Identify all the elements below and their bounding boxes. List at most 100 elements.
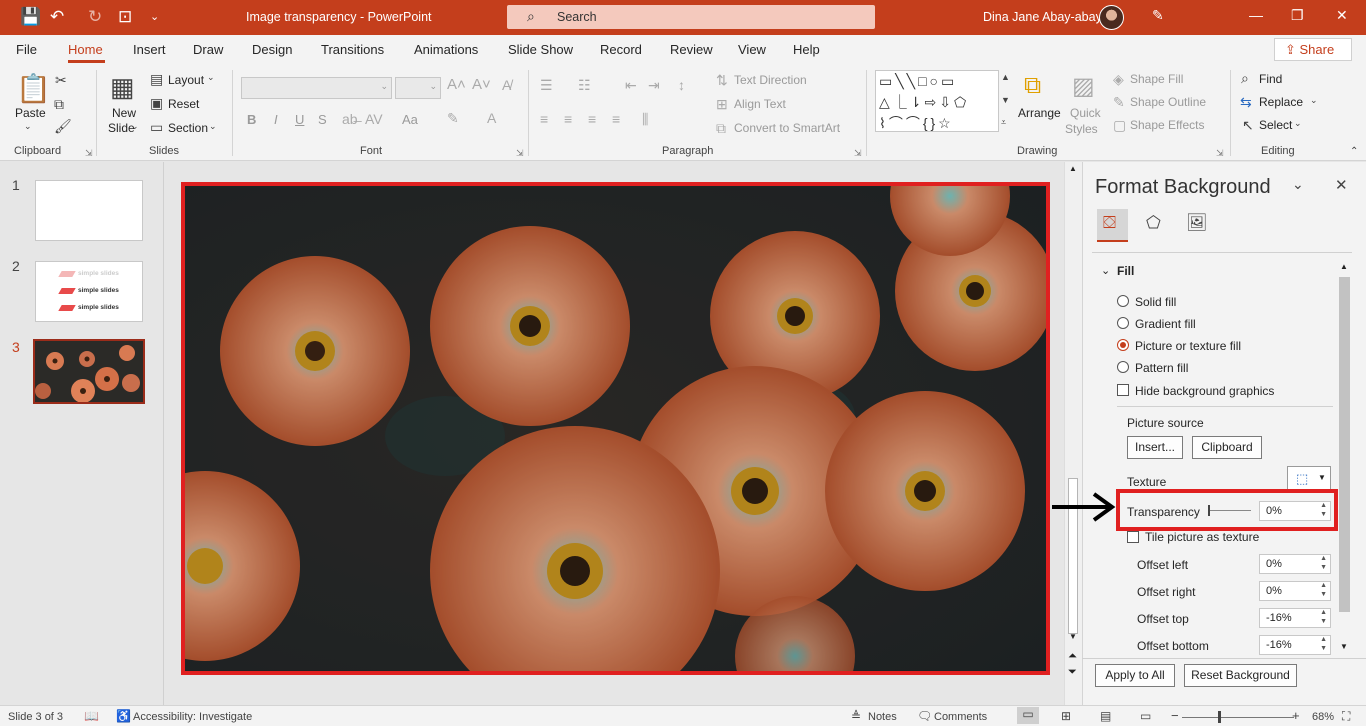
line-spacing-icon[interactable]: ↕ [678, 77, 685, 93]
shape-fill-button[interactable]: Shape Fill [1130, 72, 1183, 86]
layout-icon[interactable]: ▤ [150, 71, 163, 88]
new-slide-icon[interactable]: ▦ [110, 72, 135, 103]
effects-pentagon-icon[interactable]: ⬠ [1146, 213, 1161, 233]
chevron-down-icon[interactable]: ⌄ [1101, 264, 1110, 277]
reading-view-icon[interactable]: ▤ [1100, 709, 1111, 723]
align-right-icon[interactable]: ≡ [588, 111, 596, 127]
layout-button[interactable]: Layout [168, 73, 204, 87]
reset-background-button[interactable]: Reset Background [1184, 664, 1297, 687]
shape-fill-icon[interactable]: ◈ [1113, 71, 1124, 88]
paste-icon[interactable]: 📋 [16, 72, 51, 105]
zoom-level[interactable]: 68% [1312, 711, 1334, 723]
comments-button[interactable]: Comments [934, 711, 987, 723]
scroll-down-icon[interactable]: ▼ [1069, 632, 1077, 641]
tab-file[interactable]: File [16, 42, 37, 57]
clipboard-button[interactable]: Clipboard [1192, 436, 1262, 459]
apply-to-all-button[interactable]: Apply to All [1095, 664, 1175, 687]
picture-icon[interactable]: 🖼 [1186, 213, 1208, 233]
tab-draw[interactable]: Draw [193, 42, 223, 57]
italic-button[interactable]: I [274, 112, 278, 127]
slide-thumbnail-1[interactable] [35, 180, 143, 241]
select-dropdown-icon[interactable]: ⌄ [1294, 118, 1302, 129]
decrease-indent-icon[interactable]: ⇤ [625, 77, 637, 94]
shape-effects-button[interactable]: Shape Effects [1130, 118, 1205, 132]
slide-sorter-icon[interactable]: ⊞ [1061, 709, 1071, 723]
tab-animations[interactable]: Animations [414, 42, 478, 57]
paragraph-launcher-icon[interactable]: ⇲ [854, 148, 862, 159]
convert-smartart-button[interactable]: Convert to SmartArt [734, 121, 840, 135]
quick-styles-label-2[interactable]: Styles [1065, 122, 1098, 136]
justify-icon[interactable]: ≡ [612, 111, 620, 127]
notes-icon[interactable]: ≜ [851, 709, 861, 723]
restore-icon[interactable]: ❐ [1291, 7, 1304, 24]
quick-styles-label-1[interactable]: Quick [1070, 106, 1101, 120]
columns-icon[interactable]: ⫼ [642, 111, 648, 128]
replace-button[interactable]: Replace [1259, 95, 1303, 109]
pen-icon[interactable]: ✎ [1152, 7, 1164, 24]
font-color-icon[interactable]: A [487, 110, 496, 126]
numbering-icon[interactable]: ☷ [578, 77, 591, 94]
pane-scroll-thumb[interactable] [1339, 277, 1350, 612]
pane-options-icon[interactable]: ⌄ [1292, 176, 1304, 193]
accessibility-status[interactable]: Accessibility: Investigate [133, 711, 252, 723]
offset-left-spinner[interactable]: 0% ▲ ▼ [1259, 554, 1331, 574]
spinner-arrows-icon[interactable]: ▲ ▼ [1320, 554, 1327, 572]
spinner-arrows-icon[interactable]: ▲ ▼ [1320, 635, 1327, 653]
collapse-ribbon-icon[interactable]: ⌃ [1350, 146, 1358, 157]
replace-icon[interactable]: ⇆ [1240, 94, 1252, 111]
shadow-button[interactable]: S [318, 112, 327, 127]
arrange-icon[interactable]: ⧉ [1024, 72, 1041, 100]
hide-background-label[interactable]: Hide background graphics [1135, 384, 1274, 398]
new-slide-dropdown-icon[interactable]: ⌄ [131, 121, 139, 132]
gallery-scroll-up-icon[interactable]: ▲ [1001, 72, 1010, 82]
spinner-arrows-icon[interactable]: ▲ ▼ [1320, 581, 1327, 599]
character-spacing-icon[interactable]: AV [365, 111, 383, 127]
pattern-fill-label[interactable]: Pattern fill [1135, 361, 1188, 375]
spell-check-icon[interactable]: 📖 [84, 709, 99, 723]
offset-right-spinner[interactable]: 0% ▲ ▼ [1259, 581, 1331, 601]
paste-label[interactable]: Paste [15, 106, 46, 120]
gallery-scroll-down-icon[interactable]: ▼ [1001, 95, 1010, 105]
insert-picture-button[interactable]: Insert... [1127, 436, 1183, 459]
solid-fill-label[interactable]: Solid fill [1135, 295, 1176, 309]
redo-icon[interactable]: ↻ [88, 6, 102, 28]
section-dropdown-icon[interactable]: ⌄ [209, 121, 217, 132]
fill-section-header[interactable]: Fill [1117, 264, 1134, 278]
arrange-button[interactable]: Arrange [1018, 106, 1061, 120]
layout-dropdown-icon[interactable]: ⌄ [207, 72, 215, 83]
align-left-icon[interactable]: ≡ [540, 111, 548, 127]
picture-fill-label[interactable]: Picture or texture fill [1135, 339, 1241, 353]
new-slide-label-1[interactable]: New [112, 106, 136, 120]
share-button[interactable]: ⇪ Share [1274, 38, 1352, 61]
close-window-icon[interactable]: ✕ [1336, 7, 1348, 24]
find-icon[interactable]: ⌕ [1241, 70, 1249, 87]
save-icon[interactable]: 💾 [20, 6, 41, 28]
zoom-in-icon[interactable]: + [1292, 708, 1300, 723]
spinner-arrows-icon[interactable]: ▲ ▼ [1320, 608, 1327, 626]
fill-tab[interactable]: ⛋ [1097, 209, 1128, 240]
scroll-up-icon[interactable]: ▲ [1069, 164, 1077, 173]
bullets-icon[interactable]: ☰ [540, 77, 553, 94]
texture-picker[interactable]: ⬚ ▼ [1287, 466, 1331, 491]
zoom-out-icon[interactable]: − [1171, 708, 1179, 723]
present-icon[interactable]: ⊡ [118, 6, 132, 28]
solid-fill-radio[interactable] [1117, 295, 1129, 307]
search-box[interactable]: ⌕ Search [507, 5, 875, 29]
next-slide-icon[interactable]: ⏷ [1068, 666, 1077, 679]
tile-texture-label[interactable]: Tile picture as texture [1145, 530, 1259, 544]
text-direction-icon[interactable]: ⇅ [716, 72, 728, 89]
font-launcher-icon[interactable]: ⇲ [516, 148, 524, 159]
section-icon[interactable]: ▭ [150, 119, 163, 136]
accessibility-icon[interactable]: ♿ [116, 709, 131, 723]
shapes-gallery[interactable]: ▭╲╲□○▭ △⎿⇂⇨⇩⬠ ⌇⌒⌒{}☆ [875, 70, 999, 132]
shape-outline-icon[interactable]: ✎ [1113, 94, 1125, 111]
align-center-icon[interactable]: ≡ [564, 111, 572, 127]
tab-insert[interactable]: Insert [133, 42, 166, 57]
section-button[interactable]: Section [168, 121, 208, 135]
zoom-slider-handle[interactable] [1218, 711, 1221, 723]
find-button[interactable]: Find [1259, 72, 1282, 86]
select-icon[interactable]: ↖ [1242, 117, 1254, 134]
normal-view-icon[interactable]: ▭ [1017, 707, 1039, 724]
strikethrough-icon[interactable]: ab̶ [342, 111, 358, 127]
font-name-combo[interactable]: ⌄ [241, 77, 392, 99]
